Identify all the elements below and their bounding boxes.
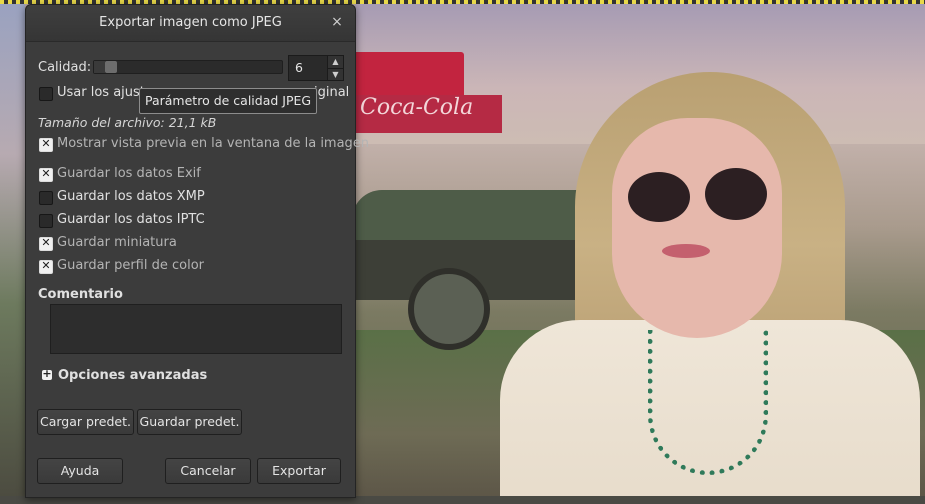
use-original-quality-label-left: Usar los ajust	[57, 85, 145, 100]
metadata-option-checkbox[interactable]: ✕	[39, 167, 53, 182]
quality-value[interactable]: 6	[295, 60, 303, 75]
image-face	[612, 118, 782, 338]
metadata-option-checkbox[interactable]	[39, 214, 53, 228]
help-button[interactable]: Ayuda	[37, 458, 123, 484]
export-button[interactable]: Exportar	[257, 458, 341, 484]
metadata-option-label: Guardar los datos IPTC	[57, 212, 205, 227]
image-sunglasses-left	[628, 172, 690, 222]
show-preview-checkbox[interactable]: ✕	[39, 137, 53, 152]
metadata-option-label: Guardar los datos Exif	[57, 166, 201, 181]
quality-slider-fill	[94, 61, 105, 73]
metadata-option-checkbox[interactable]: ✕	[39, 236, 53, 251]
metadata-option-label: Guardar los datos XMP	[57, 189, 205, 204]
comment-textarea[interactable]	[50, 304, 342, 354]
show-preview-label: Mostrar vista previa en la ventana de la…	[57, 136, 370, 151]
cancel-button[interactable]: Cancelar	[165, 458, 251, 484]
metadata-option-label: Guardar perfil de color	[57, 258, 205, 273]
dialog-title: Exportar imagen como JPEG	[99, 15, 282, 30]
metadata-option-label: Guardar miniatura	[57, 235, 177, 250]
check-icon: ✕	[41, 167, 51, 180]
file-size-label: Tamaño del archivo: 21,1 kB	[38, 115, 217, 130]
save-defaults-button[interactable]: Guardar predet.	[137, 409, 242, 435]
quality-label: Calidad:	[38, 60, 92, 75]
use-original-quality-label-right: iginal	[314, 85, 350, 100]
quality-spinbutton[interactable]: 6 ▲ ▼	[288, 55, 344, 81]
image-sign-text: Coca-Cola	[360, 95, 474, 120]
image-left-edge	[0, 4, 25, 504]
quality-slider-handle[interactable]	[105, 61, 117, 73]
image-sunglasses-right	[705, 168, 767, 220]
quality-tooltip: Parámetro de calidad JPEG	[139, 88, 318, 114]
comment-label: Comentario	[38, 287, 123, 302]
use-original-quality-checkbox[interactable]	[39, 87, 53, 101]
check-icon: ✕	[41, 137, 51, 150]
check-icon: ✕	[41, 259, 51, 272]
advanced-options-label[interactable]: Opciones avanzadas	[58, 368, 207, 383]
image-necklace	[648, 330, 768, 475]
check-icon: ✕	[41, 236, 51, 249]
image-lips	[662, 244, 710, 258]
image-car-wheel	[408, 268, 490, 350]
dialog-titlebar[interactable]: Exportar imagen como JPEG ×	[26, 5, 355, 42]
chevron-up-icon[interactable]: ▲	[327, 56, 343, 68]
close-icon[interactable]: ×	[329, 14, 345, 30]
export-jpeg-dialog: Exportar imagen como JPEG × Calidad: 6 ▲…	[25, 4, 369, 498]
load-defaults-button[interactable]: Cargar predet.	[37, 409, 134, 435]
quality-slider[interactable]	[93, 60, 283, 74]
metadata-option-checkbox[interactable]	[39, 191, 53, 205]
chevron-down-icon[interactable]: ▼	[327, 68, 343, 80]
metadata-option-checkbox[interactable]: ✕	[39, 259, 53, 274]
advanced-options-expander[interactable]: +	[42, 367, 52, 380]
plus-icon: +	[42, 367, 52, 380]
